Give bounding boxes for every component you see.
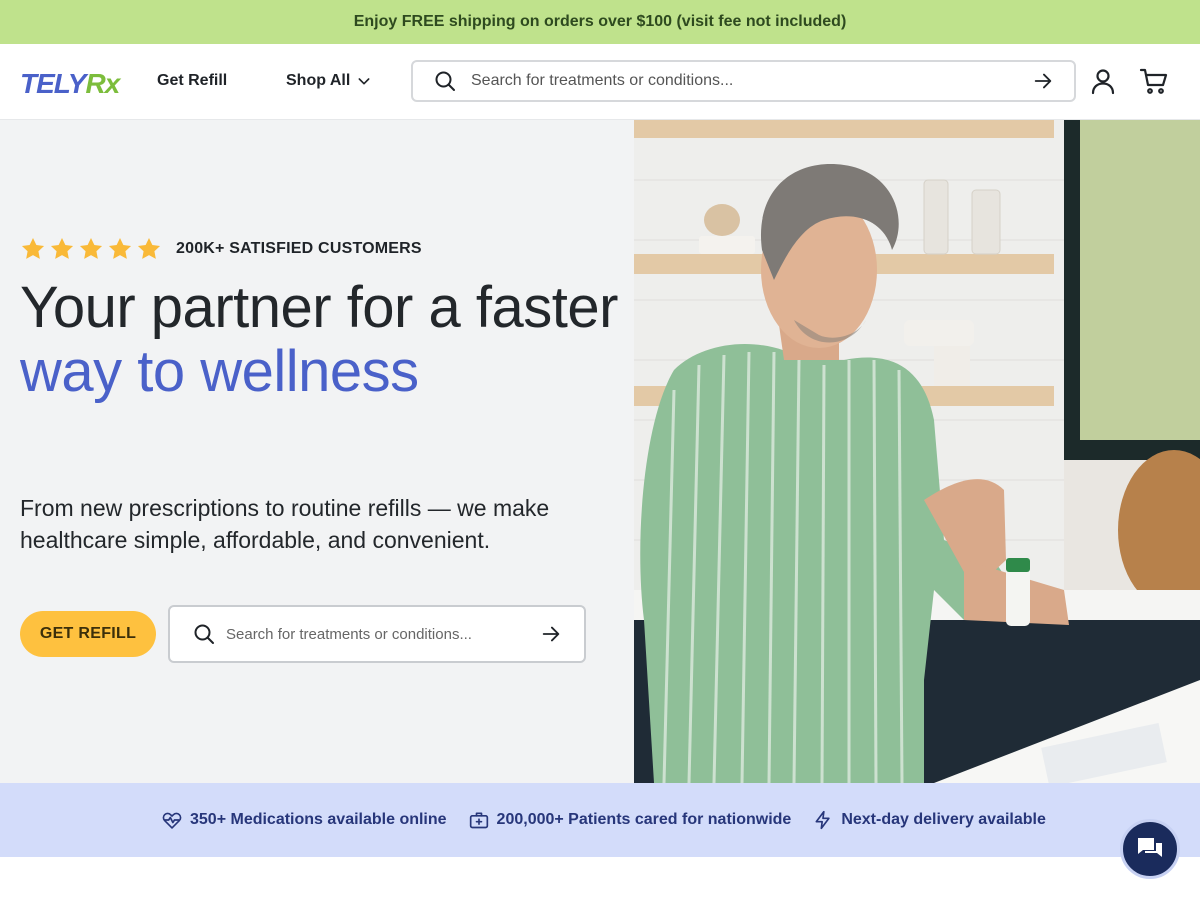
nav-get-refill[interactable]: Get Refill	[157, 72, 227, 90]
promo-text: Enjoy FREE shipping on orders over $100 …	[353, 13, 847, 30]
rating-stars	[20, 236, 162, 262]
cart-icon[interactable]	[1139, 66, 1169, 96]
star-icon	[21, 237, 45, 259]
hero-headline: Your partner for a faster way to wellnes…	[20, 276, 620, 404]
chevron-down-icon	[358, 78, 370, 85]
star-icon	[50, 237, 74, 259]
logo[interactable]: TELYRx	[20, 68, 120, 100]
arrow-right-icon[interactable]	[540, 623, 562, 645]
hero-section: 200K+ SATISFIED CUSTOMERS Your partner f…	[0, 120, 1200, 783]
medical-kit-icon	[469, 812, 488, 829]
search-icon	[194, 624, 214, 644]
chat-icon	[1138, 838, 1162, 857]
logo-part-rx: Rx	[85, 68, 120, 99]
heart-pulse-icon	[162, 812, 182, 829]
headline-line-2: way to wellness	[20, 339, 419, 404]
lightning-icon	[815, 810, 830, 830]
star-icon	[79, 237, 103, 259]
headline-line-1: Your partner for a faster	[20, 275, 618, 340]
site-header: TELYRx Get Refill Shop All	[0, 44, 1200, 120]
stat-patients: 200,000+ Patients cared for nationwide	[469, 810, 792, 830]
hero-subtext: From new prescriptions to routine refill…	[20, 495, 550, 553]
stat-medications: 350+ Medications available online	[162, 810, 447, 830]
chat-button[interactable]	[1120, 819, 1180, 879]
customer-rating: 200K+ SATISFIED CUSTOMERS	[20, 236, 422, 262]
hero-photo-illustration	[634, 120, 1200, 783]
stat-delivery-text: Next-day delivery available	[841, 811, 1046, 828]
arrow-right-icon[interactable]	[1032, 70, 1054, 92]
rating-text: 200K+ SATISFIED CUSTOMERS	[176, 240, 422, 257]
nav-shop-all-label: Shop All	[286, 72, 351, 89]
star-icon	[137, 237, 161, 259]
nav-shop-all[interactable]: Shop All	[286, 72, 372, 90]
hero-search-bar[interactable]	[168, 605, 586, 663]
get-refill-button[interactable]: GET REFILL	[20, 611, 156, 657]
stats-bar: 350+ Medications available online 200,00…	[0, 783, 1200, 857]
promo-banner: Enjoy FREE shipping on orders over $100 …	[0, 0, 1200, 44]
star-icon	[108, 237, 132, 259]
hero-search-input[interactable]	[226, 625, 540, 643]
stat-delivery: Next-day delivery available	[813, 810, 1046, 830]
header-search-input[interactable]	[471, 72, 1032, 90]
stat-patients-text: 200,000+ Patients cared for nationwide	[496, 811, 792, 828]
search-icon	[435, 71, 455, 91]
logo-part-tely: TELY	[20, 68, 86, 99]
stat-medications-text: 350+ Medications available online	[190, 811, 447, 828]
header-search-bar[interactable]	[411, 60, 1076, 102]
hero-photo	[634, 120, 1200, 783]
nav-get-refill-label: Get Refill	[157, 72, 228, 89]
hero-content: 200K+ SATISFIED CUSTOMERS Your partner f…	[20, 120, 620, 783]
user-icon[interactable]	[1088, 66, 1118, 96]
